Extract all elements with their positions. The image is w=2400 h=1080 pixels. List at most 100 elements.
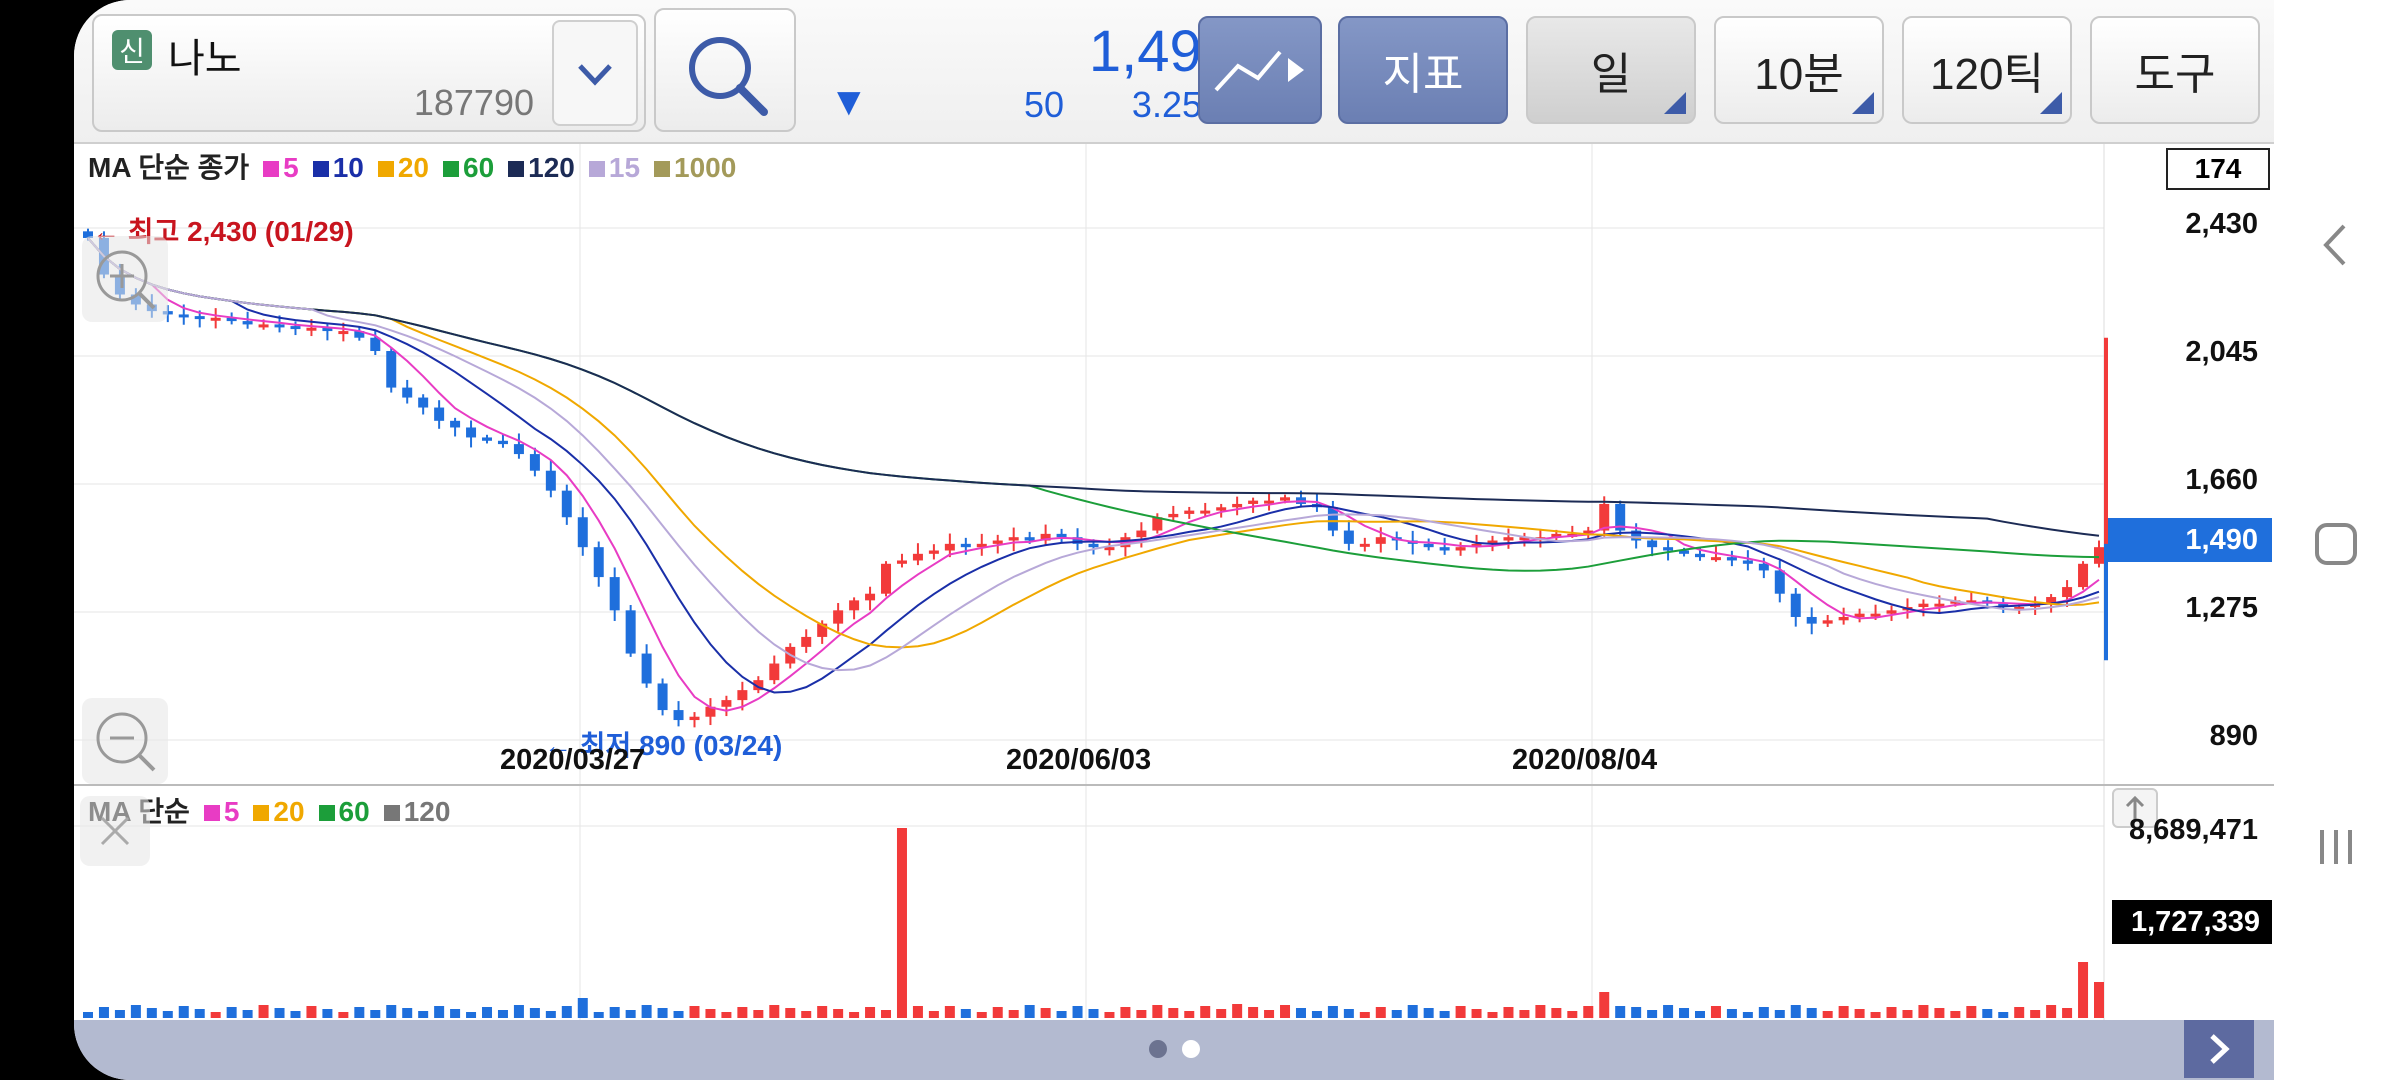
close-pane-button[interactable] <box>80 796 150 866</box>
vol-ma-legend-swatch <box>383 805 400 821</box>
ma-legend-label: 5 <box>283 152 299 183</box>
volume-bar <box>1822 1011 1833 1018</box>
volume-bar <box>1982 1009 1993 1018</box>
candle-body <box>1439 547 1450 551</box>
candle-body <box>657 683 668 711</box>
volume-bar <box>705 1009 716 1018</box>
vol-ma-legend-label: 5 <box>223 796 240 827</box>
volume-bar <box>194 1009 205 1018</box>
volume-bar <box>529 1008 540 1018</box>
volume-bar <box>1599 992 1610 1018</box>
volume-bar <box>1248 1007 1259 1018</box>
volume-bar <box>1024 1005 1035 1018</box>
volume-bar <box>1200 1006 1211 1018</box>
candle-body <box>2078 563 2089 588</box>
page-dot-active[interactable] <box>1182 1040 1200 1058</box>
candle-body <box>370 337 381 352</box>
candle-count-box[interactable]: 174 <box>2166 148 2270 190</box>
volume-bar <box>1072 1006 1083 1018</box>
volume-bar <box>1423 1008 1434 1018</box>
y-tick-label: 890 <box>2209 720 2258 752</box>
next-page-button[interactable] <box>2184 1020 2254 1078</box>
volume-bar <box>2094 982 2104 1018</box>
period-tick-button[interactable]: 120틱 <box>1902 16 2072 124</box>
candle-body <box>338 331 349 335</box>
volume-bar <box>1758 1007 1769 1018</box>
volume-bar <box>817 1006 828 1018</box>
chart-type-button[interactable] <box>1198 16 1322 124</box>
volume-bar <box>162 1011 173 1018</box>
volume-bar <box>1567 1011 1578 1018</box>
x-tick-label: 2020/08/04 <box>1512 744 1658 776</box>
indicator-button[interactable]: 지표 <box>1338 16 1508 124</box>
volume-bar <box>1950 1011 1961 1018</box>
dropdown-corner-icon <box>1852 92 1874 114</box>
system-navigation-bar <box>2274 0 2400 1080</box>
candle-body <box>1184 510 1195 514</box>
candle-body <box>1838 616 1849 621</box>
volume-bar <box>1519 1010 1530 1018</box>
stock-dropdown-button[interactable] <box>552 20 638 126</box>
volume-bar <box>2014 1007 2025 1018</box>
volume-bar <box>1615 1006 1626 1018</box>
volume-bar <box>1232 1004 1243 1018</box>
ma-legend-swatch <box>588 161 605 177</box>
volume-bar <box>753 1010 764 1018</box>
candle-body <box>928 550 939 554</box>
dropdown-corner-icon <box>2040 92 2062 114</box>
stock-name: 나노 <box>168 37 242 81</box>
volume-bar <box>242 1010 253 1018</box>
volume-bar <box>322 1009 333 1018</box>
candle-body <box>1822 620 1833 624</box>
zoom-out-button[interactable] <box>82 698 168 784</box>
period-day-button[interactable]: 일 <box>1526 16 1696 124</box>
volume-bar <box>290 1011 301 1018</box>
candle-body <box>1088 543 1099 548</box>
volume-bar <box>450 1009 461 1018</box>
zoom-in-button[interactable] <box>82 236 168 322</box>
candle-body <box>912 553 923 561</box>
volume-bar <box>1216 1009 1227 1018</box>
back-icon[interactable] <box>2316 220 2356 270</box>
volume-bar <box>386 1005 397 1018</box>
recent-apps-icon[interactable] <box>2312 822 2362 872</box>
candle-body <box>609 577 620 611</box>
volume-bar <box>210 1012 221 1018</box>
home-icon[interactable] <box>2312 520 2362 570</box>
volume-bar <box>721 1012 732 1018</box>
ma-legend-label: 20 <box>397 152 429 183</box>
volume-bar <box>1583 1006 1594 1018</box>
search-button[interactable] <box>654 8 796 132</box>
candle-body <box>434 407 445 421</box>
volume-bar <box>418 1011 429 1018</box>
candle-body <box>194 316 205 320</box>
period-10min-button[interactable]: 10분 <box>1714 16 1884 124</box>
volume-bar <box>833 1009 844 1018</box>
volume-bar <box>1966 1006 1977 1018</box>
candle-body <box>1008 537 1019 541</box>
credit-badge: 신 <box>112 30 152 70</box>
volume-chart[interactable]: MA 단순52060120 8,689,471 1,727,339 <box>74 786 2274 1020</box>
volume-bar <box>354 1007 365 1018</box>
volume-bar <box>545 1011 556 1018</box>
volume-bar <box>98 1007 109 1018</box>
volume-bar <box>497 1010 508 1018</box>
x-tick-label: 2020/03/27 <box>500 744 646 776</box>
tools-button[interactable]: 도구 <box>2090 16 2260 124</box>
volume-bar <box>1264 1010 1275 1018</box>
candle-body <box>673 710 684 721</box>
volume-bar <box>1152 1005 1163 1018</box>
candle-body <box>1790 593 1801 617</box>
stock-selector[interactable]: 신 나노 187790 <box>92 14 646 132</box>
vol-ma-legend-swatch <box>318 805 335 821</box>
candle-body <box>418 397 429 408</box>
candle-body <box>769 663 780 681</box>
page-dot[interactable] <box>1149 1040 1167 1058</box>
header-bar: 신 나노 187790 ▼ 1,490 50 3.25% 지표 일 10분 12… <box>74 0 2274 144</box>
candle-body <box>641 653 652 684</box>
price-chart[interactable]: MA 단순 종가 5 10 20 60 120 15 1000 174 ← 최고 2,430 … <box>74 144 2274 784</box>
vol-ma-legend-label: 20 <box>273 796 305 827</box>
indicator-label: 지표 <box>1382 50 1464 99</box>
volume-bar <box>1008 1010 1019 1018</box>
y-tick-label: 1,275 <box>2185 592 2258 624</box>
